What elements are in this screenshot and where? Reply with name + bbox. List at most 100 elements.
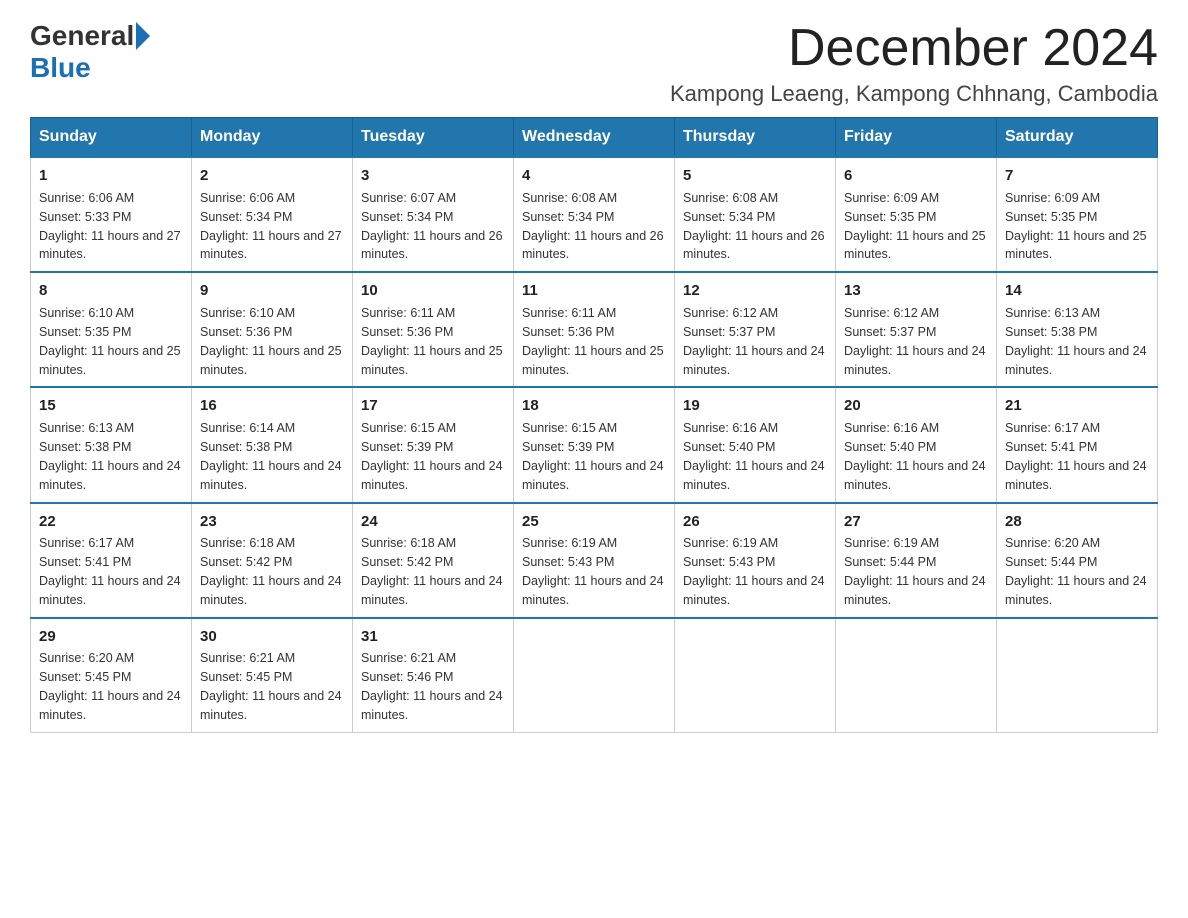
calendar-cell: 2Sunrise: 6:06 AMSunset: 5:34 PMDaylight… [192, 157, 353, 272]
calendar-header-saturday: Saturday [997, 118, 1158, 158]
day-number: 4 [522, 165, 666, 187]
day-info: Sunrise: 6:21 AMSunset: 5:45 PMDaylight:… [200, 651, 342, 722]
day-number: 15 [39, 395, 183, 417]
calendar-header-sunday: Sunday [31, 118, 192, 158]
day-number: 19 [683, 395, 827, 417]
day-number: 31 [361, 626, 505, 648]
day-number: 6 [844, 165, 988, 187]
day-info: Sunrise: 6:21 AMSunset: 5:46 PMDaylight:… [361, 651, 503, 722]
day-number: 23 [200, 511, 344, 533]
calendar-cell: 12Sunrise: 6:12 AMSunset: 5:37 PMDayligh… [675, 272, 836, 387]
day-info: Sunrise: 6:18 AMSunset: 5:42 PMDaylight:… [361, 536, 503, 607]
logo-blue-text: Blue [30, 52, 91, 84]
day-number: 7 [1005, 165, 1149, 187]
day-info: Sunrise: 6:06 AMSunset: 5:33 PMDaylight:… [39, 191, 181, 262]
calendar-cell: 13Sunrise: 6:12 AMSunset: 5:37 PMDayligh… [836, 272, 997, 387]
calendar-cell: 24 Sunrise: 6:18 AMSunset: 5:42 PMDayligh… [353, 503, 514, 618]
calendar-header-wednesday: Wednesday [514, 118, 675, 158]
day-number: 14 [1005, 280, 1149, 302]
day-number: 9 [200, 280, 344, 302]
calendar-cell: 10 Sunrise: 6:11 AMSunset: 5:36 PMDayligh… [353, 272, 514, 387]
calendar-cell [836, 618, 997, 733]
day-info: Sunrise: 6:17 AMSunset: 5:41 PMDaylight:… [39, 536, 181, 607]
calendar-cell [997, 618, 1158, 733]
day-info: Sunrise: 6:12 AMSunset: 5:37 PMDaylight:… [683, 306, 825, 377]
calendar-header-monday: Monday [192, 118, 353, 158]
day-number: 17 [361, 395, 505, 417]
calendar-cell [514, 618, 675, 733]
day-number: 8 [39, 280, 183, 302]
day-info: Sunrise: 6:11 AMSunset: 5:36 PMDaylight:… [361, 306, 503, 377]
calendar-cell: 26 Sunrise: 6:19 AMSunset: 5:43 PMDayligh… [675, 503, 836, 618]
day-info: Sunrise: 6:09 AMSunset: 5:35 PMDaylight:… [844, 191, 986, 262]
calendar-cell: 9 Sunrise: 6:10 AMSunset: 5:36 PMDaylight… [192, 272, 353, 387]
month-title: December 2024 [670, 20, 1158, 77]
day-info: Sunrise: 6:20 AMSunset: 5:45 PMDaylight:… [39, 651, 181, 722]
day-number: 29 [39, 626, 183, 648]
calendar-cell: 28 Sunrise: 6:20 AMSunset: 5:44 PMDayligh… [997, 503, 1158, 618]
calendar-week-row: 1 Sunrise: 6:06 AMSunset: 5:33 PMDaylight… [31, 157, 1158, 272]
calendar-cell: 8 Sunrise: 6:10 AMSunset: 5:35 PMDaylight… [31, 272, 192, 387]
day-number: 5 [683, 165, 827, 187]
day-number: 28 [1005, 511, 1149, 533]
calendar-cell: 15 Sunrise: 6:13 AMSunset: 5:38 PMDayligh… [31, 387, 192, 502]
day-number: 21 [1005, 395, 1149, 417]
day-number: 24 [361, 511, 505, 533]
day-info: Sunrise: 6:12 AMSunset: 5:37 PMDaylight:… [844, 306, 986, 377]
calendar-week-row: 22 Sunrise: 6:17 AMSunset: 5:41 PMDayligh… [31, 503, 1158, 618]
day-number: 16 [200, 395, 344, 417]
calendar-cell: 4 Sunrise: 6:08 AMSunset: 5:34 PMDaylight… [514, 157, 675, 272]
location-subtitle: Kampong Leaeng, Kampong Chhnang, Cambodi… [670, 81, 1158, 107]
day-info: Sunrise: 6:10 AMSunset: 5:36 PMDaylight:… [200, 306, 342, 377]
calendar-cell: 23 Sunrise: 6:18 AMSunset: 5:42 PMDayligh… [192, 503, 353, 618]
day-number: 1 [39, 165, 183, 187]
calendar-cell: 22 Sunrise: 6:17 AMSunset: 5:41 PMDayligh… [31, 503, 192, 618]
calendar-cell: 7 Sunrise: 6:09 AMSunset: 5:35 PMDaylight… [997, 157, 1158, 272]
day-info: Sunrise: 6:15 AMSunset: 5:39 PMDaylight:… [361, 421, 503, 492]
calendar-header-row: SundayMondayTuesdayWednesdayThursdayFrid… [31, 118, 1158, 158]
calendar-cell: 6 Sunrise: 6:09 AMSunset: 5:35 PMDaylight… [836, 157, 997, 272]
day-info: Sunrise: 6:19 AMSunset: 5:43 PMDaylight:… [683, 536, 825, 607]
calendar-cell: 16 Sunrise: 6:14 AMSunset: 5:38 PMDayligh… [192, 387, 353, 502]
day-number: 25 [522, 511, 666, 533]
day-info: Sunrise: 6:08 AMSunset: 5:34 PMDaylight:… [522, 191, 664, 262]
calendar-cell: 25 Sunrise: 6:19 AMSunset: 5:43 PMDayligh… [514, 503, 675, 618]
calendar-cell: 31 Sunrise: 6:21 AMSunset: 5:46 PMDayligh… [353, 618, 514, 733]
day-info: Sunrise: 6:10 AMSunset: 5:35 PMDaylight:… [39, 306, 181, 377]
calendar-cell: 30 Sunrise: 6:21 AMSunset: 5:45 PMDayligh… [192, 618, 353, 733]
day-number: 20 [844, 395, 988, 417]
calendar-week-row: 15 Sunrise: 6:13 AMSunset: 5:38 PMDayligh… [31, 387, 1158, 502]
page-header: General Blue December 2024 Kampong Leaen… [30, 20, 1158, 107]
day-info: Sunrise: 6:19 AMSunset: 5:43 PMDaylight:… [522, 536, 664, 607]
logo: General Blue [30, 20, 152, 84]
day-info: Sunrise: 6:09 AMSunset: 5:35 PMDaylight:… [1005, 191, 1147, 262]
calendar-week-row: 29 Sunrise: 6:20 AMSunset: 5:45 PMDayligh… [31, 618, 1158, 733]
calendar-cell: 20 Sunrise: 6:16 AMSunset: 5:40 PMDayligh… [836, 387, 997, 502]
calendar-header-friday: Friday [836, 118, 997, 158]
day-info: Sunrise: 6:16 AMSunset: 5:40 PMDaylight:… [844, 421, 986, 492]
day-number: 3 [361, 165, 505, 187]
day-info: Sunrise: 6:13 AMSunset: 5:38 PMDaylight:… [39, 421, 181, 492]
day-info: Sunrise: 6:19 AMSunset: 5:44 PMDaylight:… [844, 536, 986, 607]
day-info: Sunrise: 6:17 AMSunset: 5:41 PMDaylight:… [1005, 421, 1147, 492]
calendar-cell: 29 Sunrise: 6:20 AMSunset: 5:45 PMDayligh… [31, 618, 192, 733]
day-number: 30 [200, 626, 344, 648]
calendar-table: SundayMondayTuesdayWednesdayThursdayFrid… [30, 117, 1158, 733]
day-info: Sunrise: 6:16 AMSunset: 5:40 PMDaylight:… [683, 421, 825, 492]
title-block: December 2024 Kampong Leaeng, Kampong Ch… [670, 20, 1158, 107]
day-number: 22 [39, 511, 183, 533]
day-info: Sunrise: 6:07 AMSunset: 5:34 PMDaylight:… [361, 191, 503, 262]
calendar-cell: 27Sunrise: 6:19 AMSunset: 5:44 PMDayligh… [836, 503, 997, 618]
calendar-cell: 18 Sunrise: 6:15 AMSunset: 5:39 PMDayligh… [514, 387, 675, 502]
calendar-week-row: 8 Sunrise: 6:10 AMSunset: 5:35 PMDaylight… [31, 272, 1158, 387]
day-number: 10 [361, 280, 505, 302]
day-info: Sunrise: 6:08 AMSunset: 5:34 PMDaylight:… [683, 191, 825, 262]
day-info: Sunrise: 6:20 AMSunset: 5:44 PMDaylight:… [1005, 536, 1147, 607]
calendar-header-thursday: Thursday [675, 118, 836, 158]
calendar-cell: 5 Sunrise: 6:08 AMSunset: 5:34 PMDaylight… [675, 157, 836, 272]
day-info: Sunrise: 6:18 AMSunset: 5:42 PMDaylight:… [200, 536, 342, 607]
day-info: Sunrise: 6:15 AMSunset: 5:39 PMDaylight:… [522, 421, 664, 492]
day-info: Sunrise: 6:14 AMSunset: 5:38 PMDaylight:… [200, 421, 342, 492]
day-number: 18 [522, 395, 666, 417]
day-number: 26 [683, 511, 827, 533]
